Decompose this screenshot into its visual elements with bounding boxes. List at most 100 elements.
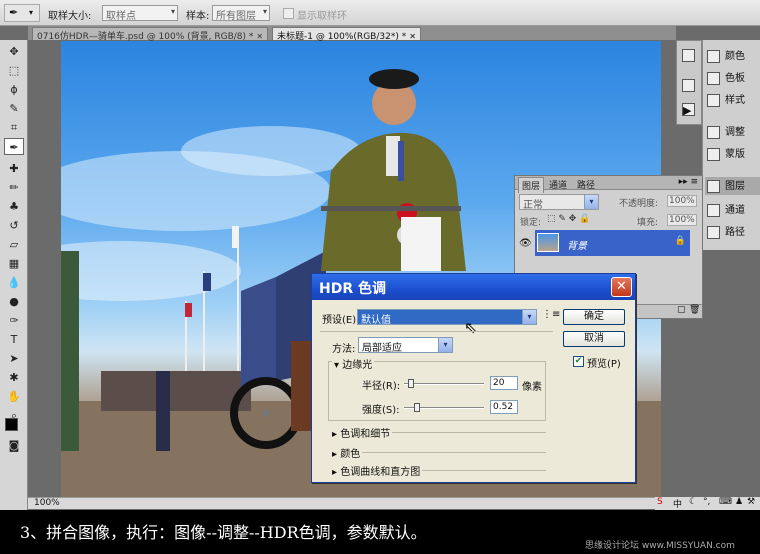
brush-tool-icon[interactable]: ✏: [4, 179, 24, 196]
panel-menu-icon[interactable]: ▸▸ ≡: [679, 177, 698, 187]
crop-tool-icon[interactable]: ⌗: [4, 119, 24, 136]
move-tool-icon[interactable]: ✥: [4, 43, 24, 60]
user-icon[interactable]: ♟: [735, 497, 743, 507]
brush-presets-icon[interactable]: [682, 79, 695, 92]
zoom-level[interactable]: 100%: [34, 498, 60, 508]
paths-icon: [707, 225, 720, 239]
strength-slider-knob[interactable]: [414, 403, 421, 412]
watermark: 思缘设计论坛 www.MISSYUAN.com: [585, 541, 735, 551]
hand-tool-icon[interactable]: ✋: [4, 388, 24, 405]
sample-size-value: 取样点: [106, 11, 136, 21]
chevron-down-icon: ▾: [584, 195, 598, 209]
layers-icon: [707, 179, 720, 193]
close-icon[interactable]: ✕: [611, 277, 632, 297]
clone-stamp-tool-icon[interactable]: ♣: [4, 198, 24, 215]
new-layer-icon[interactable]: ▢: [677, 305, 686, 315]
masks-panel-label: 蒙版: [725, 149, 745, 160]
checkmark-icon: ✔: [574, 356, 583, 366]
pen-tool-icon[interactable]: ✑: [4, 312, 24, 329]
chevron-down-icon: ▾: [29, 8, 34, 17]
tab-paths[interactable]: 路径: [574, 177, 598, 192]
tab-doc-untitled[interactable]: 未标题-1 @ 100%(RGB/32*) * ✕: [272, 27, 421, 42]
history-brush-tool-icon[interactable]: ↺: [4, 217, 24, 234]
fill-label: 填充:: [637, 218, 659, 228]
cancel-button[interactable]: 取消: [563, 331, 625, 347]
blur-tool-icon[interactable]: 💧: [4, 274, 24, 291]
actions-panel-icon[interactable]: ▶: [682, 103, 695, 117]
eye-icon[interactable]: 👁: [519, 238, 532, 249]
tone-detail-section[interactable]: ▸ 色调和细节: [332, 425, 390, 440]
paths-panel-label: 路径: [725, 227, 745, 238]
gradient-tool-icon[interactable]: ▦: [4, 255, 24, 272]
tab-channels[interactable]: 通道: [546, 177, 570, 192]
eraser-tool-icon[interactable]: ▱: [4, 236, 24, 253]
dialog-titlebar[interactable]: HDR 色调 ✕: [312, 274, 635, 300]
shape-tool-icon[interactable]: ✱: [4, 369, 24, 386]
lock-icon: 🔒: [674, 236, 686, 246]
layers-panel-button[interactable]: 图层: [705, 177, 760, 195]
fill-field[interactable]: 100%: [667, 214, 697, 226]
preset-select[interactable]: 默认值 ▾: [357, 309, 537, 326]
color-panel-label: 颜色: [725, 51, 745, 62]
marquee-tool-icon[interactable]: ⬚: [4, 62, 24, 79]
paths-panel-button[interactable]: 路径: [707, 223, 745, 241]
input-method-icon[interactable]: S: [657, 497, 663, 507]
color-panel-button[interactable]: 颜色: [707, 47, 745, 65]
mask-icon: [707, 147, 720, 161]
channels-panel-button[interactable]: 通道: [707, 201, 745, 219]
eyedropper-tool-preset[interactable]: ✒ ▾: [4, 4, 40, 22]
preset-label: 预设(E):: [322, 315, 360, 326]
sample-select[interactable]: 所有图层 ▾: [212, 5, 270, 21]
quick-mask-icon[interactable]: ◙: [4, 437, 24, 454]
strength-label: 强度(S):: [362, 405, 400, 416]
close-icon[interactable]: ✕: [409, 32, 416, 41]
opacity-field[interactable]: 100%: [667, 195, 697, 207]
radius-field[interactable]: 20: [490, 376, 518, 390]
radius-slider[interactable]: [404, 383, 484, 385]
show-ring-checkbox[interactable]: [283, 8, 294, 19]
blend-mode-select[interactable]: 正常 ▾: [519, 194, 599, 211]
chevron-down-icon: ▾: [438, 338, 452, 352]
tab-doc-hdr[interactable]: 0716仿HDR—骑单车.psd @ 100% (背景, RGB/8) * ✕: [32, 27, 269, 42]
dodge-tool-icon[interactable]: ●: [4, 293, 24, 310]
styles-panel-button[interactable]: 样式: [707, 91, 745, 109]
tab-layers[interactable]: 图层: [518, 177, 545, 193]
layer-row-background[interactable]: 背景 🔒: [535, 230, 690, 256]
moon-icon[interactable]: ☾: [689, 497, 697, 507]
eyedropper-tool-icon[interactable]: ✒: [4, 138, 24, 155]
foreground-color-swatch[interactable]: [5, 418, 18, 431]
punctuation-icon[interactable]: °,: [703, 497, 710, 507]
system-tray: S 中 ☾ °, ⌨ ♟ ⚒: [655, 497, 760, 510]
radius-unit: 像素: [522, 382, 542, 393]
swatches-panel-button[interactable]: 色板: [707, 69, 745, 87]
quick-select-tool-icon[interactable]: ✎: [4, 100, 24, 117]
edge-glow-header[interactable]: ▾ 边缘光: [332, 356, 375, 371]
method-select[interactable]: 局部适应 ▾: [358, 337, 453, 354]
healing-brush-tool-icon[interactable]: ✚: [4, 160, 24, 177]
caption-text: 3、拼合图像，执行：图像--调整--HDR色调，参数默认。: [20, 523, 427, 542]
lasso-tool-icon[interactable]: ϕ: [4, 81, 24, 98]
ok-button[interactable]: 确定: [563, 309, 625, 325]
close-icon[interactable]: ✕: [256, 32, 263, 41]
chinese-input-icon[interactable]: 中: [673, 497, 682, 510]
curve-section[interactable]: ▸ 色调曲线和直方图: [332, 463, 420, 478]
channels-icon: [707, 203, 720, 217]
masks-panel-button[interactable]: 蒙版: [707, 145, 745, 163]
preset-options-icon[interactable]: ⋮≡: [542, 309, 560, 320]
hdr-toning-dialog: HDR 色调 ✕ 预设(E): 默认值 ▾ ⋮≡ ⇖ 确定 取消 ✔ 预览(P) …: [311, 273, 636, 483]
keyboard-icon[interactable]: ⌨: [719, 497, 732, 507]
type-tool-icon[interactable]: T: [4, 331, 24, 348]
trash-icon[interactable]: 🗑: [689, 305, 700, 315]
color-section[interactable]: ▸ 颜色: [332, 445, 360, 460]
styles-panel-label: 样式: [725, 95, 745, 106]
chevron-down-icon: ▾: [262, 7, 267, 16]
radius-slider-knob[interactable]: [408, 379, 414, 388]
strength-field[interactable]: 0.52: [490, 400, 518, 414]
preview-checkbox[interactable]: ✔: [573, 356, 584, 367]
history-panel-icon[interactable]: [682, 49, 695, 62]
path-select-tool-icon[interactable]: ➤: [4, 350, 24, 367]
sample-size-select[interactable]: 取样点 ▾: [102, 5, 178, 21]
lock-icons[interactable]: ⬚ ✎ ✥ 🔒: [547, 214, 590, 224]
tools-icon[interactable]: ⚒: [747, 497, 755, 507]
adjustments-panel-button[interactable]: 调整: [707, 123, 745, 141]
